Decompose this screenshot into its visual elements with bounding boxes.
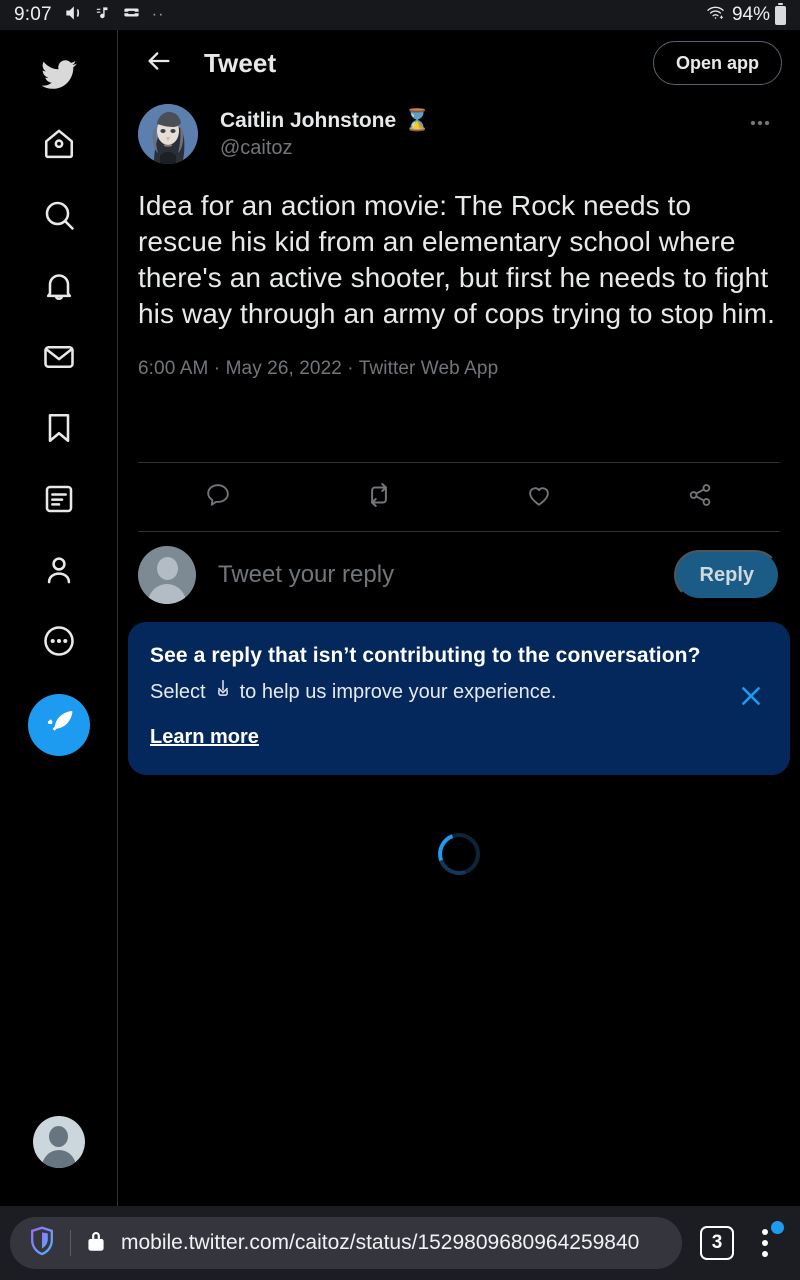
open-app-button[interactable]: Open app: [652, 41, 782, 85]
notice-title: See a reply that isn’t contributing to t…: [150, 644, 701, 667]
avatar-body: [41, 1150, 76, 1168]
tweet-bottom-spacer: [118, 380, 800, 462]
tab-counter-button[interactable]: 3: [700, 1226, 734, 1260]
volume-icon: [63, 3, 83, 28]
status-more-dots-icon: ··: [151, 6, 165, 23]
notice-close-button[interactable]: [734, 682, 768, 716]
url-divider: [70, 1230, 71, 1256]
phone-screen: 9:07 ·· 94% Tweet Open app Caitlin Johns…: [0, 0, 800, 1280]
sidebar-item-notifications[interactable]: [30, 259, 88, 317]
sidebar-nav: [0, 30, 118, 1206]
retweet-action-button[interactable]: [299, 463, 460, 531]
notice-learn-more-link[interactable]: Learn more: [150, 726, 259, 749]
share-action-button[interactable]: [620, 463, 781, 531]
more-circle-icon: [41, 623, 77, 664]
sidebar-item-more[interactable]: [30, 614, 88, 672]
android-auto-icon: [122, 3, 141, 27]
tweet-detail: Caitlin Johnstone ⌛ @caitoz Idea for an …: [118, 96, 800, 380]
main-content: Tweet Open app Caitlin Johnstone ⌛ @cait…: [118, 30, 800, 1206]
like-action-button[interactable]: [459, 463, 620, 531]
reply-input[interactable]: Tweet your reply: [218, 561, 394, 589]
loading-spinner: [431, 826, 487, 882]
author-name-text: Caitlin Johnstone: [220, 109, 397, 132]
notice-subtitle-before: Select: [150, 680, 206, 703]
compose-feather-icon: [42, 706, 76, 745]
battery-icon: [775, 2, 786, 25]
author-names: Caitlin Johnstone ⌛ @caitoz: [220, 104, 430, 160]
sidebar-item-messages[interactable]: [30, 330, 88, 388]
reply-composer: Tweet your reply Reply: [118, 532, 800, 622]
more-horizontal-icon: [747, 110, 773, 142]
person-icon: [41, 552, 77, 593]
reply-submit-button[interactable]: Reply: [673, 550, 780, 600]
sidebar-item-bookmarks[interactable]: [30, 401, 88, 459]
status-bar-right: 94%: [704, 2, 786, 27]
heart-icon: [525, 481, 553, 514]
kebab-dot: [762, 1240, 768, 1246]
compose-tweet-button[interactable]: [27, 694, 90, 756]
page-header: Tweet Open app: [118, 30, 800, 96]
author-handle[interactable]: @caitoz: [220, 137, 430, 160]
sidebar-item-explore[interactable]: [30, 188, 88, 246]
back-button[interactable]: [138, 42, 180, 84]
list-icon: [41, 481, 77, 522]
reply-action-button[interactable]: [138, 463, 299, 531]
avatar-body: [148, 584, 186, 604]
sidebar-account-avatar[interactable]: [32, 1116, 85, 1168]
author-avatar[interactable]: [138, 104, 198, 164]
comment-icon: [204, 481, 232, 514]
notice-subtitle-after: to help us improve your experience.: [239, 680, 557, 703]
author-display-name[interactable]: Caitlin Johnstone ⌛: [220, 108, 430, 133]
notice-subtitle: Select to help us improve your experienc…: [150, 678, 766, 706]
arrow-left-icon: [145, 47, 173, 80]
status-bar: 9:07 ·· 94%: [0, 0, 800, 30]
retweet-icon: [364, 480, 394, 515]
url-bar[interactable]: mobile.twitter.com/caitoz/status/1529809…: [10, 1217, 682, 1269]
tweet-actions-row: [118, 463, 800, 531]
composer-avatar: [138, 546, 196, 604]
lock-icon: [85, 1228, 107, 1259]
sidebar-item-profile[interactable]: [30, 543, 88, 601]
bell-icon: [41, 268, 77, 309]
url-text: mobile.twitter.com/caitoz/status/1529809…: [121, 1231, 640, 1254]
browser-bottom-bar: mobile.twitter.com/caitoz/status/1529809…: [0, 1206, 800, 1280]
tweet-more-button[interactable]: [740, 104, 780, 144]
kebab-dot: [762, 1229, 768, 1235]
tweet-timestamp: 6:00 AM · May 26, 2022 · Twitter Web App: [138, 358, 499, 379]
page-title: Tweet: [204, 47, 277, 78]
search-icon: [41, 197, 77, 238]
tweet-author-row: Caitlin Johnstone ⌛ @caitoz: [138, 104, 780, 164]
home-icon: [41, 126, 77, 167]
kebab-menu-icon[interactable]: [748, 1221, 784, 1263]
status-bar-left: 9:07 ··: [14, 3, 164, 28]
conversation-notice-banner: See a reply that isn’t contributing to t…: [128, 622, 790, 775]
downvote-arrow-icon: [212, 678, 234, 706]
share-icon: [686, 481, 714, 514]
battery-percent: 94%: [731, 4, 770, 25]
bookmark-icon: [41, 410, 77, 451]
envelope-icon: [41, 339, 77, 380]
wifi-icon: [704, 3, 727, 27]
avatar-head: [156, 557, 178, 580]
music-note-icon: [94, 4, 111, 27]
status-time: 9:07: [14, 4, 52, 25]
twitter-bird-logo[interactable]: [30, 46, 88, 104]
tweet-body-text: Idea for an action movie: The Rock needs…: [138, 190, 775, 329]
brave-shield-icon[interactable]: [28, 1226, 56, 1261]
avatar-head: [49, 1126, 68, 1147]
sidebar-item-lists[interactable]: [30, 472, 88, 530]
hourglass-icon: ⌛: [404, 109, 431, 132]
loading-area: [118, 826, 800, 882]
sidebar-item-home[interactable]: [30, 117, 88, 175]
kebab-dot: [762, 1251, 768, 1257]
close-icon: [737, 682, 765, 715]
